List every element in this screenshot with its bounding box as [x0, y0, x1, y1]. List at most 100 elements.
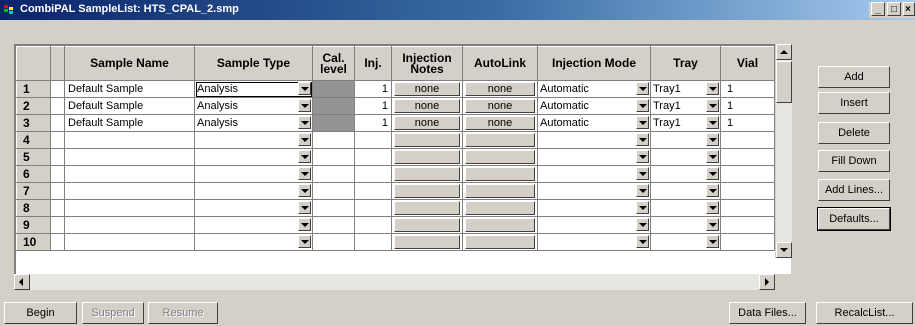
- chevron-down-icon[interactable]: [298, 235, 311, 248]
- sample-name-cell[interactable]: [64, 131, 195, 149]
- sample-type-dropdown[interactable]: Analysis: [194, 97, 313, 115]
- injection-notes-button[interactable]: [394, 235, 460, 249]
- injection-notes-button[interactable]: none: [394, 116, 460, 130]
- row-number[interactable]: 8: [16, 199, 51, 217]
- chevron-down-icon[interactable]: [298, 201, 311, 214]
- chevron-down-icon[interactable]: [298, 150, 311, 163]
- sample-type-dropdown[interactable]: [194, 165, 313, 183]
- col-header-injection-notes[interactable]: Injection Notes: [391, 46, 463, 81]
- row-number[interactable]: 3: [16, 114, 51, 132]
- sample-name-cell[interactable]: Default Sample: [64, 114, 195, 132]
- row-select-cell[interactable]: [50, 80, 65, 98]
- chevron-down-icon[interactable]: [706, 218, 719, 231]
- inj-cell[interactable]: [354, 148, 392, 166]
- chevron-down-icon[interactable]: [636, 235, 649, 248]
- autolink-button[interactable]: none: [465, 116, 535, 130]
- delete-button[interactable]: Delete: [818, 122, 890, 144]
- suspend-button[interactable]: Suspend: [82, 302, 144, 324]
- close-button[interactable]: ×: [903, 2, 915, 16]
- corner-header[interactable]: [16, 46, 51, 81]
- injection-notes-button[interactable]: none: [394, 99, 460, 113]
- chevron-down-icon[interactable]: [636, 218, 649, 231]
- tray-dropdown[interactable]: [650, 165, 721, 183]
- chevron-down-icon[interactable]: [706, 201, 719, 214]
- sample-name-cell[interactable]: [64, 233, 195, 251]
- chevron-down-icon[interactable]: [636, 99, 649, 112]
- vial-cell[interactable]: 1: [720, 114, 775, 132]
- row-select-cell[interactable]: [50, 148, 65, 166]
- autolink-button[interactable]: [465, 235, 535, 249]
- defaults-button[interactable]: Defaults...: [817, 207, 891, 231]
- chevron-down-icon[interactable]: [706, 150, 719, 163]
- autolink-button[interactable]: [465, 167, 535, 181]
- chevron-down-icon[interactable]: [706, 116, 719, 129]
- row-number[interactable]: 4: [16, 131, 51, 149]
- inj-cell[interactable]: [354, 182, 392, 200]
- row-number[interactable]: 7: [16, 182, 51, 200]
- inj-cell[interactable]: [354, 131, 392, 149]
- vertical-scrollbar[interactable]: [775, 44, 792, 258]
- sample-name-cell[interactable]: [64, 216, 195, 234]
- sample-type-dropdown[interactable]: Analysis: [194, 80, 313, 98]
- horizontal-scrollbar[interactable]: [14, 274, 775, 290]
- sample-type-dropdown[interactable]: [194, 182, 313, 200]
- select-header[interactable]: [50, 46, 65, 81]
- chevron-down-icon[interactable]: [298, 99, 311, 112]
- chevron-down-icon[interactable]: [636, 201, 649, 214]
- injection-mode-dropdown[interactable]: [537, 233, 651, 251]
- sample-name-cell[interactable]: [64, 199, 195, 217]
- injection-notes-button[interactable]: [394, 201, 460, 215]
- row-select-cell[interactable]: [50, 97, 65, 115]
- fill-down-button[interactable]: Fill Down: [818, 150, 890, 172]
- col-header-tray[interactable]: Tray: [650, 46, 721, 81]
- sample-type-dropdown[interactable]: Analysis: [194, 114, 313, 132]
- row-select-cell[interactable]: [50, 199, 65, 217]
- inj-cell[interactable]: [354, 165, 392, 183]
- sample-type-dropdown[interactable]: [194, 131, 313, 149]
- injection-notes-button[interactable]: [394, 218, 460, 232]
- row-select-cell[interactable]: [50, 182, 65, 200]
- scroll-right-icon[interactable]: [759, 274, 775, 290]
- vial-cell[interactable]: [720, 165, 775, 183]
- injection-notes-button[interactable]: [394, 133, 460, 147]
- row-number[interactable]: 9: [16, 216, 51, 234]
- injection-notes-button[interactable]: [394, 167, 460, 181]
- vial-cell[interactable]: [720, 199, 775, 217]
- add-button[interactable]: Add: [818, 66, 890, 88]
- tray-dropdown[interactable]: [650, 182, 721, 200]
- injection-mode-dropdown[interactable]: [537, 182, 651, 200]
- scroll-left-icon[interactable]: [14, 274, 30, 290]
- injection-notes-button[interactable]: [394, 150, 460, 164]
- autolink-button[interactable]: [465, 133, 535, 147]
- vial-cell[interactable]: [720, 131, 775, 149]
- col-header-sample-type[interactable]: Sample Type: [194, 46, 313, 81]
- tray-dropdown[interactable]: Tray1: [650, 97, 721, 115]
- vial-cell[interactable]: [720, 182, 775, 200]
- minimize-button[interactable]: _: [871, 2, 885, 16]
- col-header-cal-level[interactable]: Cal. level: [312, 46, 355, 81]
- col-header-vial[interactable]: Vial: [720, 46, 775, 81]
- col-header-injection-mode[interactable]: Injection Mode: [537, 46, 651, 81]
- row-select-cell[interactable]: [50, 114, 65, 132]
- chevron-down-icon[interactable]: [706, 184, 719, 197]
- tray-dropdown[interactable]: [650, 148, 721, 166]
- vial-cell[interactable]: [720, 148, 775, 166]
- inj-cell[interactable]: [354, 216, 392, 234]
- row-number[interactable]: 10: [16, 233, 51, 251]
- chevron-down-icon[interactable]: [298, 184, 311, 197]
- row-number[interactable]: 6: [16, 165, 51, 183]
- resume-button[interactable]: Resume: [148, 302, 218, 324]
- injection-mode-dropdown[interactable]: Automatic: [537, 97, 651, 115]
- injection-mode-dropdown[interactable]: [537, 165, 651, 183]
- chevron-down-icon[interactable]: [706, 99, 719, 112]
- chevron-down-icon[interactable]: [298, 167, 311, 180]
- injection-mode-dropdown[interactable]: [537, 216, 651, 234]
- row-number[interactable]: 2: [16, 97, 51, 115]
- begin-button[interactable]: Begin: [4, 302, 77, 324]
- maximize-button[interactable]: □: [887, 2, 901, 16]
- autolink-button[interactable]: [465, 218, 535, 232]
- chevron-down-icon[interactable]: [706, 133, 719, 146]
- autolink-button[interactable]: [465, 201, 535, 215]
- inj-cell[interactable]: [354, 199, 392, 217]
- row-number[interactable]: 1: [16, 80, 51, 98]
